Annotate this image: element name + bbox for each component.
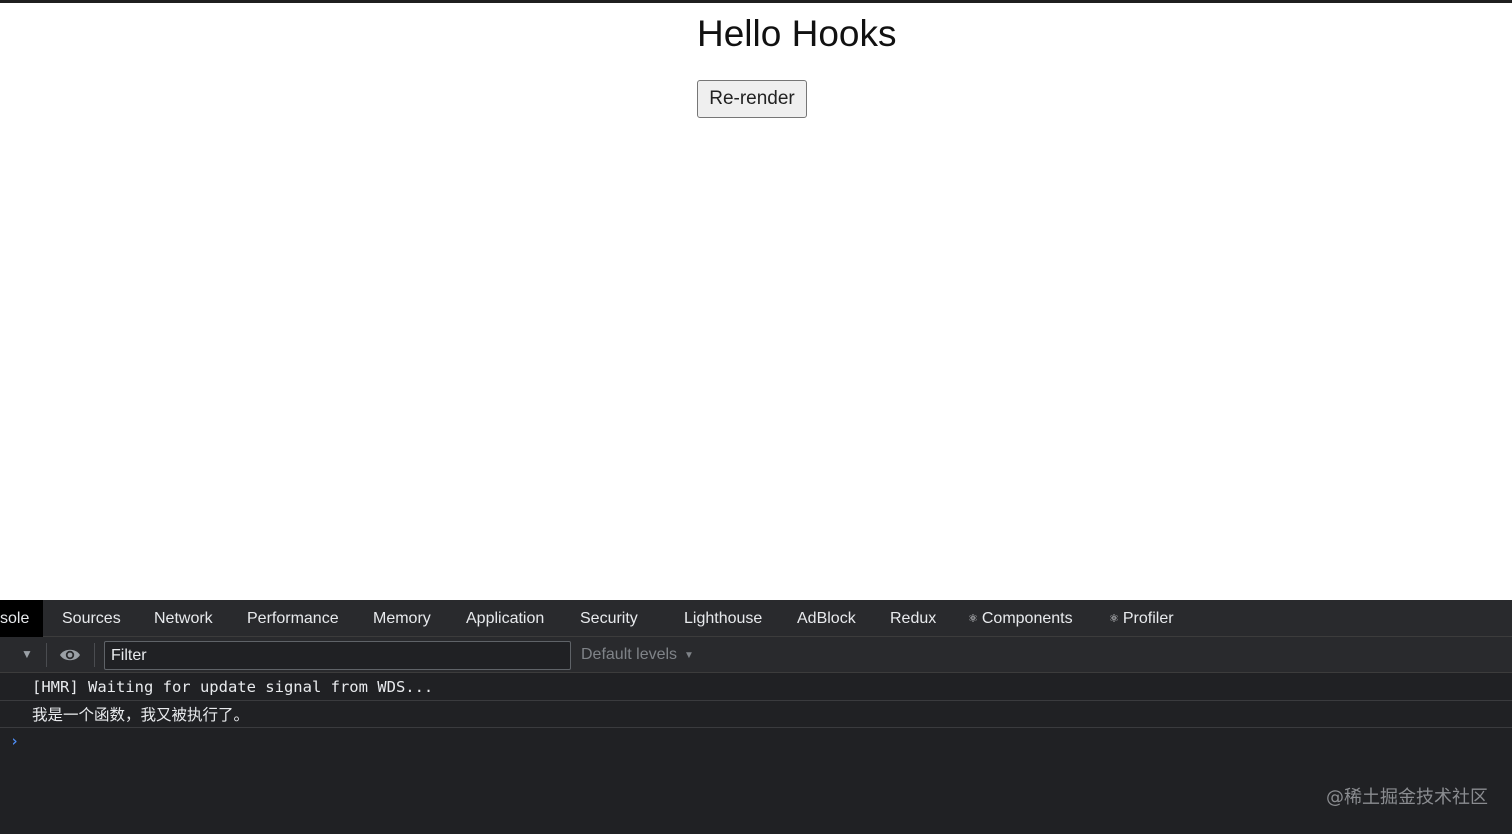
tab-label: Redux	[890, 609, 937, 627]
filter-input[interactable]: Filter	[104, 641, 571, 670]
tab-memory[interactable]: Memory	[373, 600, 431, 637]
tab-label: Components	[981, 609, 1073, 627]
tab-label: Network	[154, 609, 213, 627]
log-levels-label: Default levels	[581, 646, 678, 663]
tab-label: Performance	[247, 609, 339, 627]
tab-label: AdBlock	[797, 609, 856, 627]
toolbar-divider	[94, 643, 95, 667]
tab-sources[interactable]: Sources	[62, 600, 121, 637]
tab-console[interactable]: sole	[0, 600, 44, 637]
tab-components[interactable]: ⚛ Components	[968, 600, 1073, 637]
tab-application[interactable]: Application	[466, 600, 544, 637]
filter-placeholder: Filter	[111, 646, 147, 664]
tab-label: Application	[466, 609, 545, 627]
page-viewport: Hello Hooks Re-render	[0, 0, 1512, 600]
sidebar-toggle-caret-icon[interactable]: ▼	[21, 647, 33, 661]
toolbar-divider	[46, 643, 47, 667]
react-icon: ⚛	[968, 613, 978, 625]
console-prompt-icon[interactable]: ›	[10, 732, 19, 750]
devtools-tabbar: sole Sources Network Performance Memory …	[0, 600, 1512, 637]
watermark: @稀土掘金技术社区	[1326, 787, 1488, 808]
log-levels-dropdown[interactable]: Default levels ▼	[581, 637, 694, 673]
tab-security[interactable]: Security	[580, 600, 638, 637]
console-message: [HMR] Waiting for update signal from WDS…	[0, 674, 1512, 701]
tab-redux[interactable]: Redux	[890, 600, 936, 637]
page-title: Hello Hooks	[697, 13, 897, 54]
tab-lighthouse[interactable]: Lighthouse	[684, 600, 762, 637]
tab-profiler[interactable]: ⚛ Profiler	[1109, 600, 1174, 637]
tab-label: Profiler	[1122, 609, 1174, 627]
tab-label: Security	[580, 609, 638, 627]
tab-label: Sources	[62, 609, 121, 627]
tab-label: Memory	[373, 609, 431, 627]
eye-icon[interactable]	[59, 646, 81, 664]
chevron-down-icon: ▼	[684, 649, 694, 661]
devtools-panel: sole Sources Network Performance Memory …	[0, 600, 1512, 834]
console-output: [HMR] Waiting for update signal from WDS…	[0, 674, 1512, 834]
rerender-button[interactable]: Re-render	[697, 80, 807, 118]
tab-label: sole	[0, 609, 30, 627]
tab-adblock[interactable]: AdBlock	[797, 600, 856, 637]
console-toolbar: ▼ Filter Default levels ▼	[0, 637, 1512, 673]
console-message: 我是一个函数，我又被执行了。	[0, 701, 1512, 728]
tab-performance[interactable]: Performance	[247, 600, 339, 637]
tab-label: Lighthouse	[684, 609, 763, 627]
react-icon: ⚛	[1109, 613, 1119, 625]
tab-network[interactable]: Network	[154, 600, 213, 637]
